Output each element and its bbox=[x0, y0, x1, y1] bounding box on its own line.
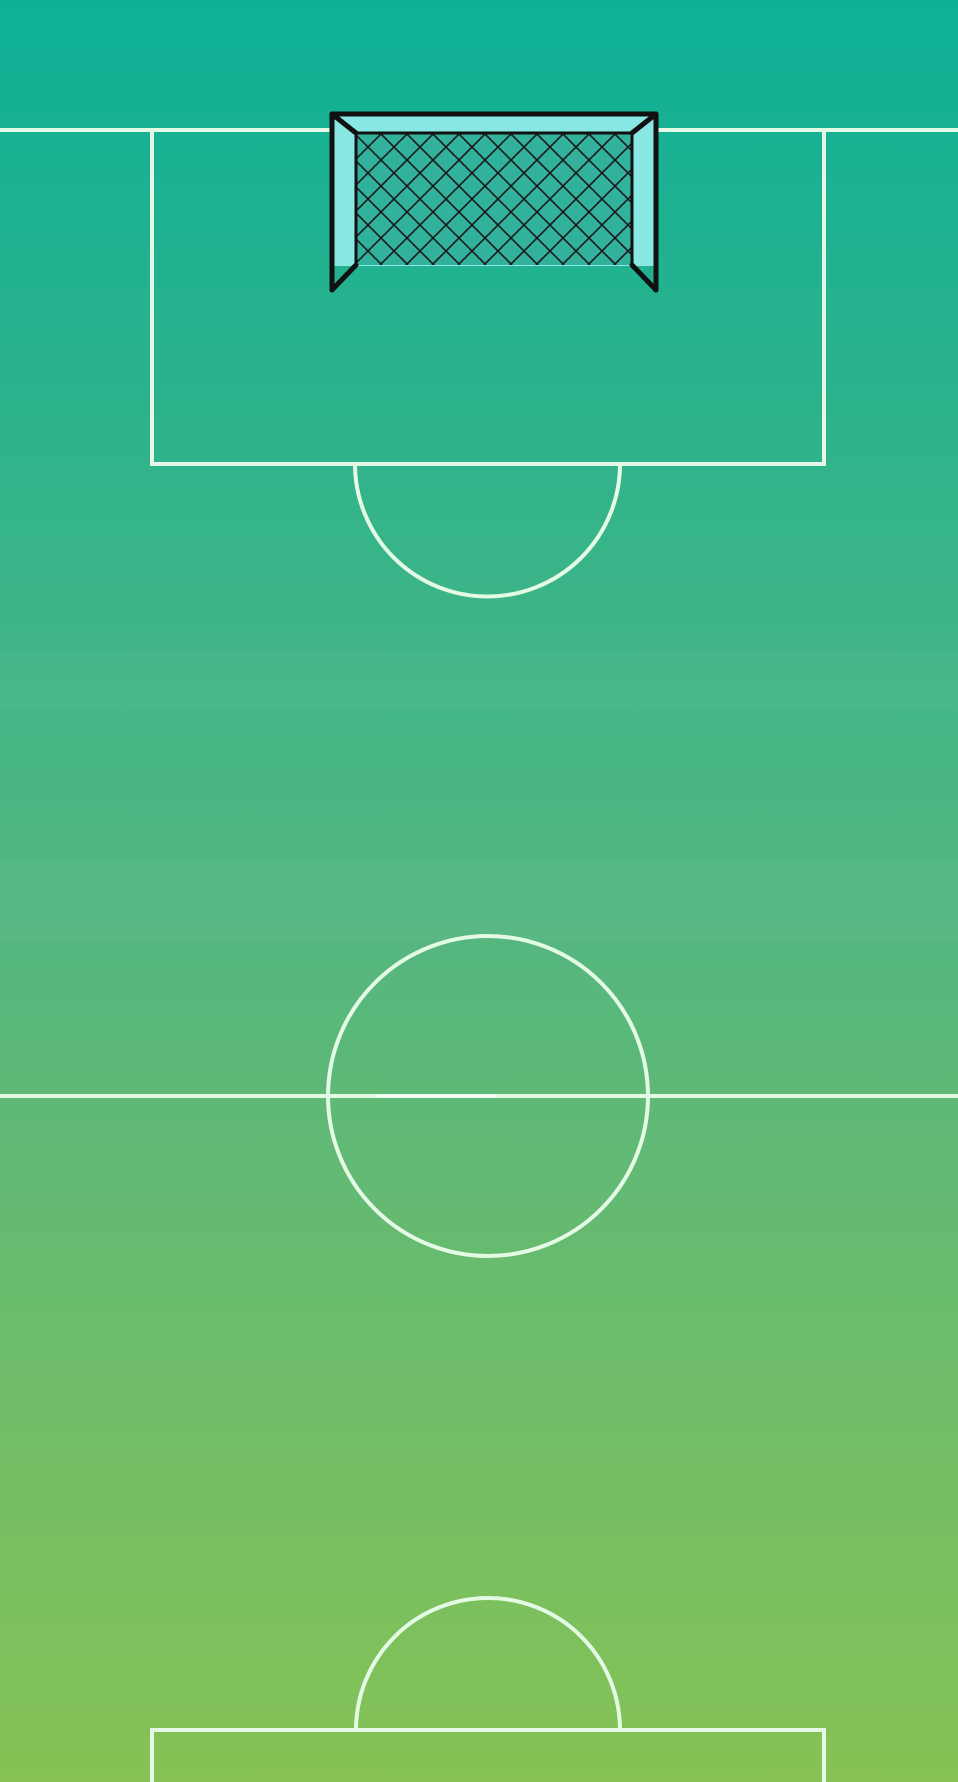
mowing-stripe bbox=[0, 860, 958, 940]
mowing-stripe bbox=[0, 650, 958, 710]
goal-net-area bbox=[356, 133, 632, 265]
pitch-canvas bbox=[0, 0, 958, 1782]
soccer-pitch bbox=[0, 0, 958, 1782]
